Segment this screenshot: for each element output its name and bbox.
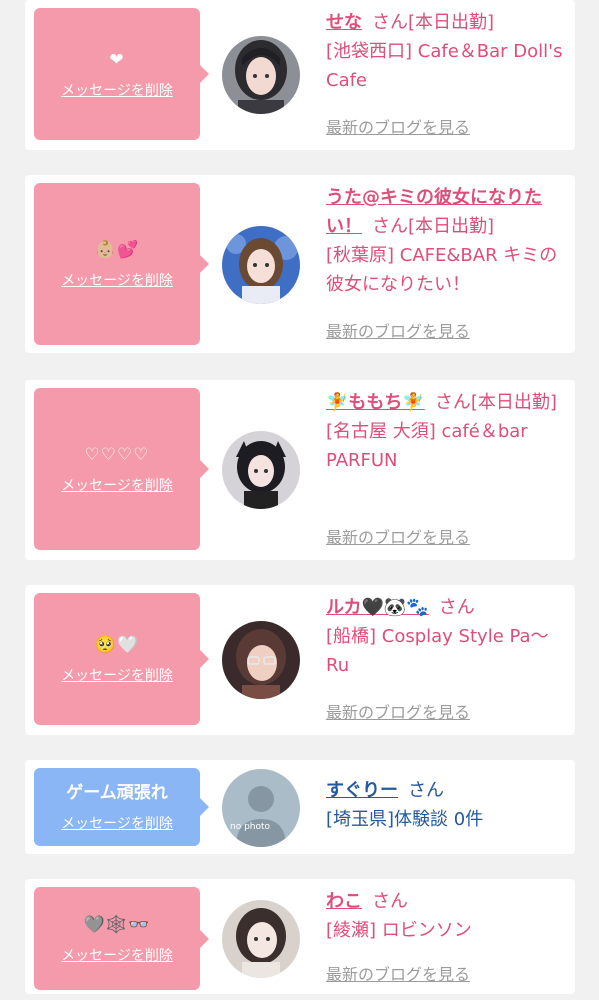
delete-message-link[interactable]: メッセージを削除	[61, 80, 173, 100]
latest-blog-link[interactable]: 最新のブログを見る	[326, 114, 470, 138]
cast-name-link[interactable]: 🧚ももち🧚	[326, 392, 425, 413]
message-bubble: ♡♡♡♡ メッセージを削除	[34, 388, 209, 550]
cast-info: 🧚ももち🧚 さん[本日出勤] [名古屋 大須] café＆bar PARFUN	[326, 388, 566, 475]
message-card: 👶🏼💕 メッセージを削除 うた@キミの彼女になりたい！ さん[本日出勤] [秋葉原…	[25, 175, 575, 353]
shop-name: [秋葉原] CAFE&BAR キミの彼女になりたい！	[326, 245, 558, 295]
cast-info: わこ さん [綾瀬] ロビンソン	[326, 887, 566, 945]
cast-info: うた@キミの彼女になりたい！ さん[本日出勤] [秋葉原] CAFE&BAR キミ…	[326, 183, 566, 299]
avatar[interactable]	[222, 36, 300, 114]
message-card: 🥺🤍 メッセージを削除 ルカ🖤🐼🐾 さん [船橋] Cosplay Style P…	[25, 585, 575, 735]
cast-status: さん	[438, 597, 475, 618]
cast-name-link[interactable]: すぐりー	[326, 780, 398, 801]
shop-name: [船橋] Cosplay Style Pa～Ru	[326, 626, 549, 676]
latest-blog-link[interactable]: 最新のブログを見る	[326, 524, 470, 548]
delete-message-link[interactable]: メッセージを削除	[61, 270, 173, 290]
message-text: ❤	[109, 50, 125, 70]
latest-blog-link[interactable]: 最新のブログを見る	[326, 699, 470, 723]
message-card: ❤ メッセージを削除 せな さん[本日出勤] [池袋西口] Cafe＆Bar Do…	[25, 0, 575, 150]
avatar[interactable]	[222, 226, 300, 304]
delete-message-link[interactable]: メッセージを削除	[61, 813, 173, 833]
delete-message-link[interactable]: メッセージを削除	[61, 475, 173, 495]
latest-blog-link[interactable]: 最新のブログを見る	[326, 961, 470, 985]
latest-blog-link[interactable]: 最新のブログを見る	[326, 318, 470, 342]
cast-info: ルカ🖤🐼🐾 さん [船橋] Cosplay Style Pa～Ru	[326, 593, 566, 680]
shop-name: [埼玉県]体験談 0件	[326, 809, 484, 830]
message-bubble: 🩶🕸️👓 メッセージを削除	[34, 887, 209, 990]
avatar[interactable]	[222, 900, 300, 978]
cast-status: さん	[408, 780, 444, 801]
message-text: ♡♡♡♡	[84, 445, 150, 465]
message-text: 🩶🕸️👓	[83, 914, 151, 935]
message-text: ゲーム頑張れ	[66, 783, 168, 803]
shop-name: [綾瀬] ロビンソン	[326, 920, 472, 941]
shop-name: [池袋西口] Cafe＆Bar Doll's Cafe	[326, 41, 563, 91]
cast-status: さん[本日出勤]	[372, 12, 495, 33]
cast-status: さん[本日出勤]	[372, 216, 495, 237]
cast-status: さん[本日出勤]	[434, 392, 557, 413]
avatar[interactable]: no photo	[222, 769, 300, 847]
message-card: 🩶🕸️👓 メッセージを削除 わこ さん [綾瀬] ロビンソン 最新のブログを見る	[25, 879, 575, 994]
cast-status: さん	[372, 891, 408, 912]
message-bubble: ❤ メッセージを削除	[34, 8, 209, 140]
message-text: 👶🏼💕	[94, 240, 140, 260]
shop-name: [名古屋 大須] café＆bar PARFUN	[326, 421, 528, 471]
delete-message-link[interactable]: メッセージを削除	[61, 945, 173, 965]
message-bubble: ゲーム頑張れ メッセージを削除	[34, 768, 209, 846]
message-card: ゲーム頑張れ メッセージを削除 no photo すぐりー さん [埼玉県]体験談…	[25, 760, 575, 854]
no-photo-label: no photo	[230, 822, 271, 832]
message-bubble: 👶🏼💕 メッセージを削除	[34, 183, 209, 345]
message-bubble: 🥺🤍 メッセージを削除	[34, 593, 209, 725]
cast-name-link[interactable]: わこ	[326, 891, 362, 912]
delete-message-link[interactable]: メッセージを削除	[61, 665, 173, 685]
avatar[interactable]	[222, 621, 300, 699]
cast-info: せな さん[本日出勤] [池袋西口] Cafe＆Bar Doll's Cafe	[326, 8, 566, 95]
cast-name-link[interactable]: せな	[326, 12, 362, 33]
cast-name-link[interactable]: ルカ🖤🐼🐾	[326, 597, 429, 618]
message-card: ♡♡♡♡ メッセージを削除 🧚ももち🧚 さん[本日出勤] [名古屋 大須] caf…	[25, 380, 575, 560]
avatar[interactable]	[222, 431, 300, 509]
cast-info: すぐりー さん [埼玉県]体験談 0件	[326, 776, 566, 834]
message-text: 🥺🤍	[94, 635, 140, 655]
message-list: ❤ メッセージを削除 せな さん[本日出勤] [池袋西口] Cafe＆Bar Do…	[0, 0, 599, 1000]
